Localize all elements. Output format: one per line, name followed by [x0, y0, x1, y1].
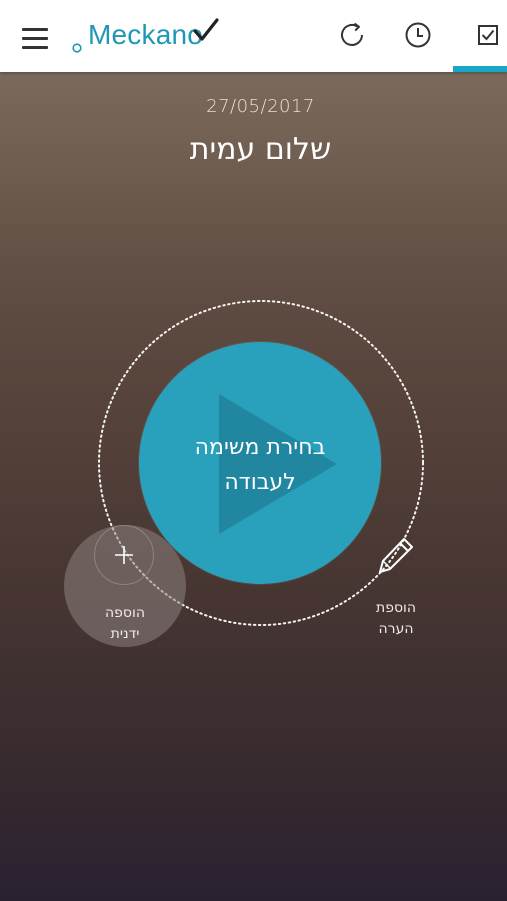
start-task-label-line1: בחירת משימה — [194, 435, 326, 460]
logo-text: Meckano — [88, 19, 204, 50]
plus-icon — [115, 546, 133, 564]
refresh-icon — [341, 22, 363, 46]
manual-add-label-line1: הוספה — [105, 605, 145, 621]
manual-add-label-line2: ידנית — [110, 626, 140, 642]
add-note-label-line1: הוספת — [376, 600, 416, 616]
logo-check-icon — [193, 18, 219, 41]
tasks-tab-button[interactable] — [471, 18, 505, 52]
top-app-bar: Meckano — [0, 0, 507, 72]
pencil-icon — [379, 538, 413, 573]
logo-dot-icon — [72, 43, 82, 53]
history-button[interactable] — [401, 18, 435, 52]
clock-icon — [405, 22, 431, 48]
start-task-label-line2: לעבודה — [224, 470, 296, 495]
active-tab-indicator — [453, 66, 507, 72]
add-note-button[interactable]: הוספת הערה — [366, 532, 426, 642]
add-note-label-line2: הערה — [378, 621, 414, 637]
start-task-label: בחירת משימה לעבודה — [139, 430, 381, 500]
checkbox-icon — [478, 25, 498, 45]
app-logo: Meckano — [72, 16, 232, 56]
manual-add-label: הוספה ידנית — [64, 603, 186, 645]
refresh-button[interactable] — [336, 18, 370, 52]
plus-circle — [94, 525, 154, 585]
add-note-label: הוספת הערה — [366, 598, 426, 640]
start-task-button[interactable]: בחירת משימה לעבודה — [139, 342, 381, 584]
menu-icon[interactable] — [22, 28, 48, 50]
manual-add-button[interactable]: הוספה ידנית — [64, 525, 186, 647]
